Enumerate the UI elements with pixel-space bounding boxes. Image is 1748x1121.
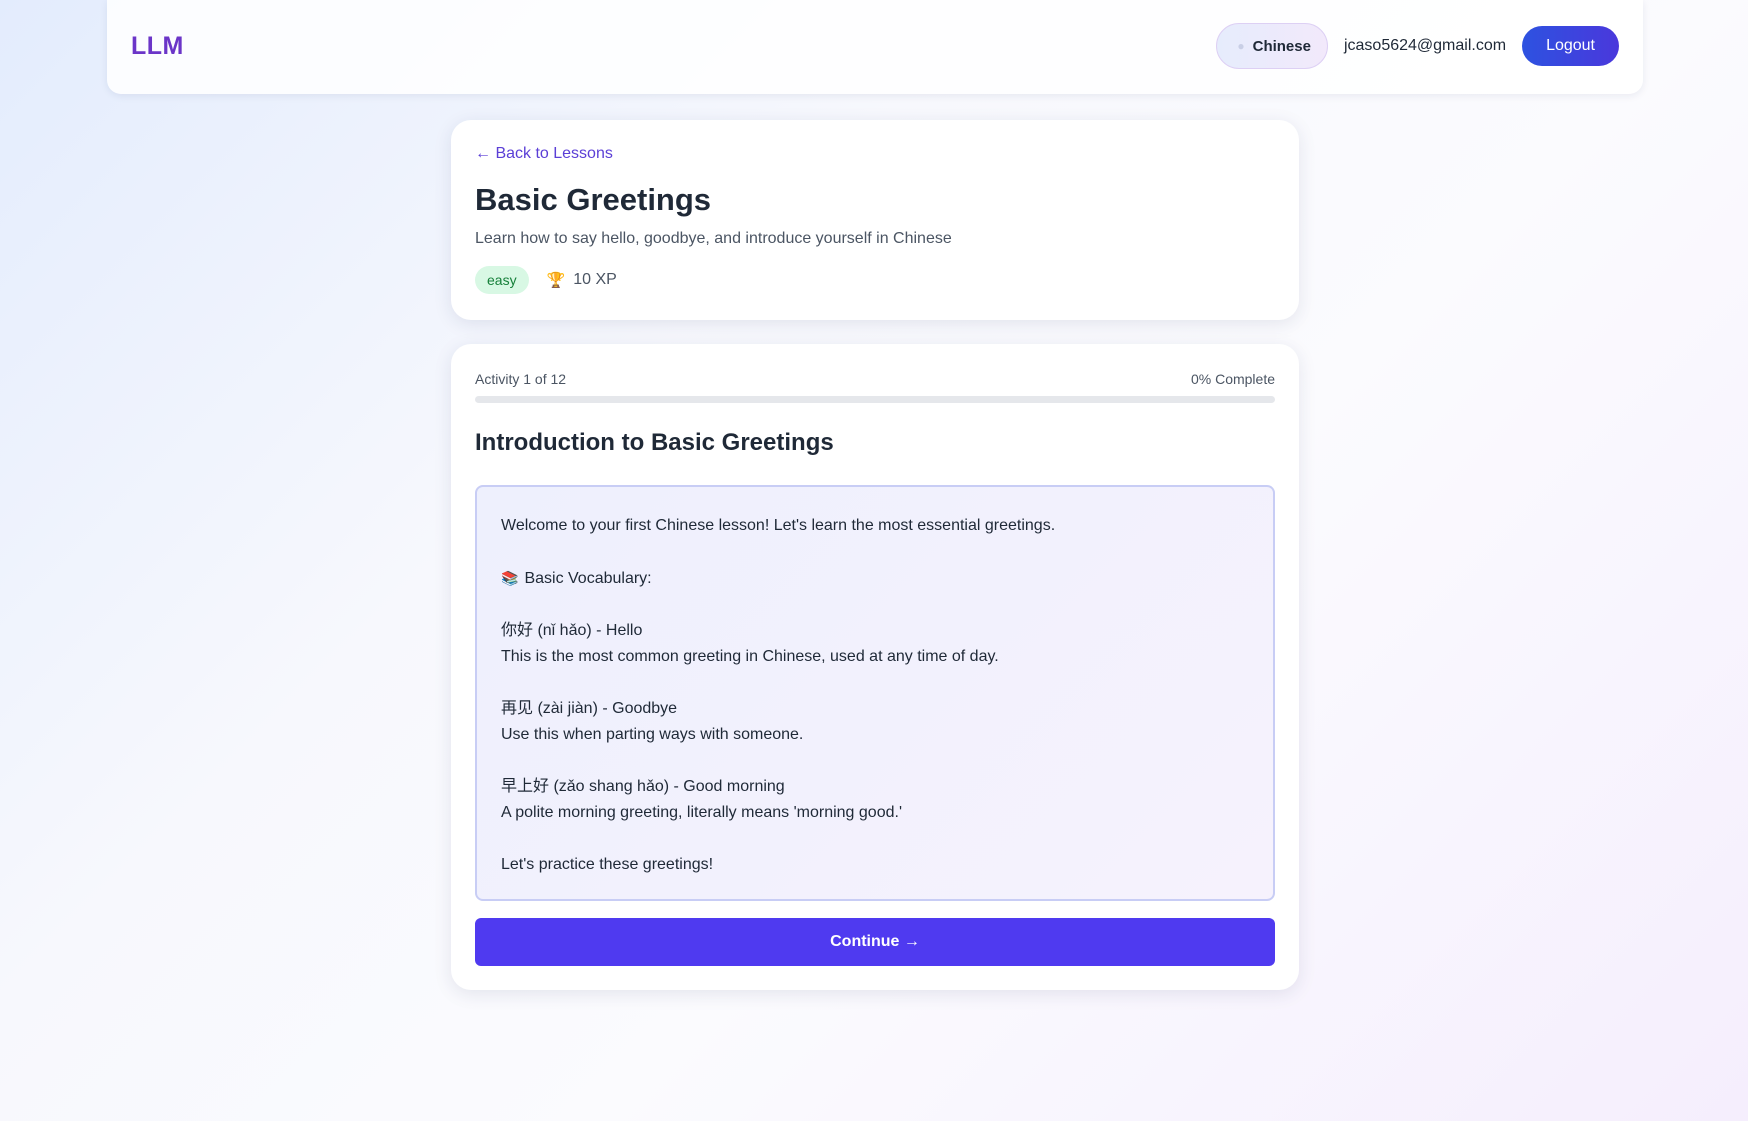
vocab-term: 早上好 (zǎo shang hǎo) - Good morning	[501, 778, 785, 795]
activity-counter: Activity 1 of 12	[475, 371, 567, 387]
lesson-description: Learn how to say hello, goodbye, and int…	[475, 230, 952, 247]
lesson-content-box: Welcome to your first Chinese lesson! Le…	[475, 485, 1275, 901]
xp-reward: 🏆 10 XP	[547, 271, 617, 289]
vocab-note: This is the most common greeting in Chin…	[501, 648, 999, 665]
language-label: Chinese	[1252, 37, 1311, 55]
navbar-right: ● Chinese jcaso5624@gmail.com Logout	[1216, 23, 1619, 69]
progress-percent: 0% Complete	[1190, 371, 1275, 387]
vocab-heading: Basic Vocabulary:	[524, 570, 652, 587]
activity-card: Activity 1 of 12 0% Complete Introductio…	[451, 344, 1299, 990]
vocab-term: 你好 (nǐ hǎo) - Hello	[501, 622, 643, 639]
back-to-lessons-link[interactable]: ← Back to Lessons	[475, 145, 613, 163]
content-intro: Welcome to your first Chinese lesson! Le…	[501, 517, 1056, 534]
vocab-note: Use this when parting ways with someone.	[501, 726, 804, 743]
trophy-icon: 🏆	[546, 272, 566, 289]
continue-button[interactable]: Continue →	[475, 918, 1275, 966]
lesson-title: Basic Greetings	[475, 182, 712, 217]
lesson-meta: easy 🏆 10 XP	[475, 266, 617, 294]
user-email: jcaso5624@gmail.com	[1343, 37, 1507, 54]
language-selector[interactable]: ● Chinese	[1216, 23, 1328, 69]
top-navbar: LLM ● Chinese jcaso5624@gmail.com Logout	[107, 0, 1643, 94]
vocab-heading-row: 📚 Basic Vocabulary:	[501, 565, 1249, 592]
vocab-term: 再见 (zài jiàn) - Goodbye	[501, 700, 678, 717]
lesson-header-card: ← Back to Lessons Basic Greetings Learn …	[451, 120, 1299, 320]
progress-bar	[475, 396, 1275, 403]
content-outro: Let's practice these greetings!	[501, 856, 714, 873]
flag-icon: ●	[1237, 39, 1245, 53]
vocab-note: A polite morning greeting, literally mea…	[501, 804, 902, 821]
xp-label: 10 XP	[573, 271, 617, 288]
logout-button[interactable]: Logout	[1522, 26, 1619, 66]
difficulty-badge: easy	[475, 266, 529, 294]
activity-title: Introduction to Basic Greetings	[475, 429, 834, 456]
books-icon: 📚	[501, 570, 519, 586]
app-logo[interactable]: LLM	[131, 32, 184, 61]
